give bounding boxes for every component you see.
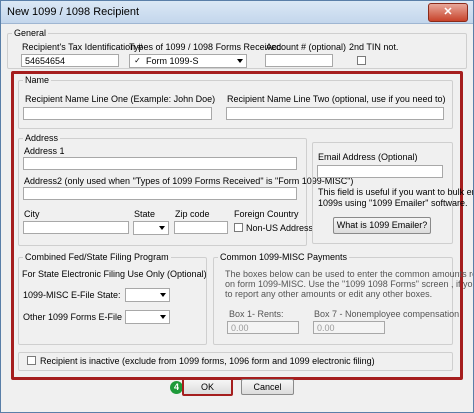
inactive-checkbox[interactable] bbox=[27, 356, 36, 365]
non-us-label: Non-US Address bbox=[246, 223, 314, 233]
email-label: Email Address (Optional) bbox=[318, 152, 418, 162]
name-line2-input[interactable] bbox=[226, 107, 444, 120]
zip-label: Zip code bbox=[175, 209, 210, 219]
chevron-down-icon bbox=[160, 293, 166, 297]
zip-input[interactable] bbox=[174, 221, 228, 234]
filing-group-label: Combined Fed/State Filing Program bbox=[23, 252, 171, 262]
foreign-country-label: Foreign Country bbox=[234, 209, 299, 219]
address1-input[interactable] bbox=[23, 157, 297, 170]
recipient-dialog: New 1099 / 1098 Recipient ✕ General Reci… bbox=[0, 0, 474, 413]
non-us-checkbox[interactable] bbox=[234, 223, 243, 232]
ok-button[interactable]: OK bbox=[182, 378, 233, 396]
cancel-button[interactable]: Cancel bbox=[241, 379, 294, 395]
email-help-line2: 1099s using "1099 Emailer" software. bbox=[318, 198, 468, 208]
title-bar: New 1099 / 1098 Recipient ✕ bbox=[1, 1, 473, 24]
chevron-down-icon bbox=[237, 59, 243, 63]
box1-input[interactable] bbox=[227, 321, 299, 334]
email-input[interactable] bbox=[317, 165, 443, 178]
what-is-emailer-button[interactable]: What is 1099 Emailer? bbox=[333, 217, 431, 234]
name-line1-label: Recipient Name Line One (Example: John D… bbox=[25, 94, 216, 104]
name-group-label: Name bbox=[23, 75, 52, 85]
misc-desc-line3: to report any other amounts or edit any … bbox=[225, 289, 433, 299]
box7-label: Box 7 - Nonemployee compensation bbox=[314, 309, 460, 319]
close-button[interactable]: ✕ bbox=[428, 3, 468, 22]
misc-efile-label: 1099-MISC E-File State: bbox=[23, 290, 121, 300]
chevron-down-icon bbox=[160, 315, 166, 319]
filing-subtitle: For State Electronic Filing Use Only (Op… bbox=[22, 269, 207, 279]
other-efile-state-select[interactable] bbox=[125, 310, 170, 324]
misc-payments-group-label: Common 1099-MISC Payments bbox=[218, 252, 350, 262]
account-input[interactable] bbox=[265, 54, 333, 67]
misc-desc-line2: on form 1099-MISC. Use the "1099 1098 Fo… bbox=[225, 279, 474, 289]
address-group-label: Address bbox=[23, 133, 61, 143]
misc-efile-state-select[interactable] bbox=[125, 288, 170, 302]
name-group: Name bbox=[18, 75, 453, 129]
box7-input[interactable] bbox=[313, 321, 385, 334]
form-checkbox[interactable]: ✓ bbox=[133, 57, 142, 66]
forms-received-select[interactable]: ✓ Form 1099-S bbox=[129, 54, 247, 68]
address1-label: Address 1 bbox=[24, 146, 65, 156]
second-tin-checkbox[interactable] bbox=[357, 56, 366, 65]
state-label: State bbox=[134, 209, 156, 219]
name-line1-input[interactable] bbox=[23, 107, 212, 120]
form-selected-value: Form 1099-S bbox=[146, 56, 199, 66]
box1-label: Box 1- Rents: bbox=[229, 309, 284, 319]
city-input[interactable] bbox=[23, 221, 129, 234]
tin-label: Recipient's Tax Identification # bbox=[22, 42, 143, 52]
second-tin-label: 2nd TIN not. bbox=[349, 42, 399, 52]
state-select[interactable] bbox=[133, 221, 169, 235]
tin-input[interactable] bbox=[21, 54, 119, 67]
email-help-line1: This field is useful if you want to bulk… bbox=[318, 187, 474, 197]
forms-received-label: Types of 1099 / 1098 Forms Received bbox=[129, 42, 282, 52]
inactive-label: Recipient is inactive (exclude from 1099… bbox=[40, 356, 375, 366]
address2-input[interactable] bbox=[23, 187, 297, 200]
window-title: New 1099 / 1098 Recipient bbox=[7, 6, 140, 18]
address2-label: Address2 (only used when "Types of 1099 … bbox=[24, 176, 354, 186]
account-label: Account # (optional) bbox=[266, 42, 347, 52]
misc-desc-line1: The boxes below can be used to enter the… bbox=[225, 269, 473, 279]
chevron-down-icon bbox=[159, 226, 165, 230]
name-line2-label: Recipient Name Line Two (optional, use i… bbox=[227, 94, 446, 104]
general-group-label: General bbox=[12, 28, 49, 38]
city-label: City bbox=[24, 209, 40, 219]
